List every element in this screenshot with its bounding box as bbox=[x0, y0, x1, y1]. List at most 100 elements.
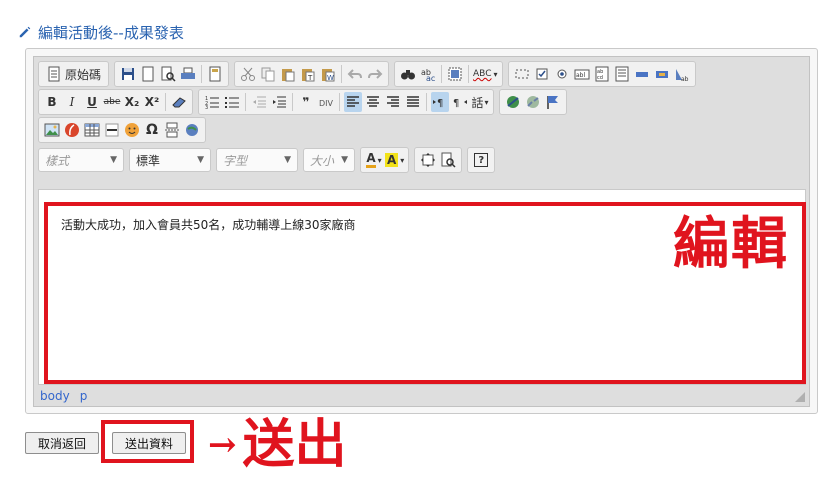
undo-button[interactable] bbox=[346, 64, 364, 84]
numbered-list-button[interactable]: 123 bbox=[203, 92, 221, 112]
form-icon bbox=[515, 69, 528, 79]
underline-label: U bbox=[87, 95, 97, 109]
align-left-button[interactable] bbox=[344, 92, 362, 112]
preview-button[interactable] bbox=[159, 64, 177, 84]
strike-button[interactable]: abe bbox=[103, 92, 121, 112]
editor-text[interactable]: 活動大成功，加入會員共50名，成功輔導上線30家廠商 bbox=[61, 216, 356, 233]
bold-button[interactable]: B bbox=[43, 92, 61, 112]
iframe-globe-icon bbox=[186, 124, 198, 136]
paste-button[interactable] bbox=[279, 64, 297, 84]
language-button[interactable]: 話 ▾ bbox=[471, 92, 489, 112]
link-button[interactable] bbox=[504, 92, 522, 112]
replace-button[interactable]: ab ac bbox=[419, 64, 437, 84]
horizontal-rule-button[interactable] bbox=[103, 120, 121, 140]
color-group: A ▾ A ▾ bbox=[360, 147, 410, 173]
image-button-button[interactable] bbox=[653, 64, 671, 84]
checkbox-button[interactable] bbox=[533, 64, 551, 84]
blockquote-button[interactable]: ❞ bbox=[297, 92, 315, 112]
button-field-icon bbox=[635, 72, 648, 77]
image-button[interactable] bbox=[43, 120, 61, 140]
create-div-button[interactable]: DIV bbox=[317, 92, 335, 112]
hidden-field-button[interactable]: ab bbox=[673, 64, 691, 84]
ltr-button[interactable]: ¶ bbox=[431, 92, 449, 112]
select-field-button[interactable] bbox=[613, 64, 631, 84]
new-page-icon bbox=[142, 66, 154, 82]
styles-dropdown[interactable]: 樣式 ▼ bbox=[38, 148, 124, 172]
align-left-icon bbox=[347, 96, 359, 107]
flag-icon bbox=[547, 96, 558, 109]
editor-content-area[interactable]: 活動大成功，加入會員共50名，成功輔導上線30家廠商 編輯 bbox=[38, 189, 806, 385]
resize-handle-icon[interactable] bbox=[795, 392, 805, 402]
source-button[interactable]: 原始碼 bbox=[43, 64, 104, 84]
subscript-button[interactable]: X₂ bbox=[123, 92, 141, 112]
underline-button[interactable]: U bbox=[83, 92, 101, 112]
maximize-button[interactable] bbox=[419, 150, 437, 170]
rtl-button[interactable]: ¶ bbox=[451, 92, 469, 112]
outdent-button[interactable] bbox=[250, 92, 268, 112]
font-dropdown[interactable]: 字型 ▼ bbox=[216, 148, 298, 172]
find-button[interactable] bbox=[399, 64, 417, 84]
bg-color-button[interactable]: A ▾ bbox=[385, 150, 404, 170]
redo-button[interactable] bbox=[366, 64, 384, 84]
bulleted-list-button[interactable] bbox=[223, 92, 241, 112]
size-placeholder: 大小 bbox=[310, 153, 335, 168]
anchor-button[interactable] bbox=[544, 92, 562, 112]
align-center-button[interactable] bbox=[364, 92, 382, 112]
superscript-button[interactable]: X² bbox=[143, 92, 161, 112]
form-button[interactable] bbox=[513, 64, 531, 84]
page-break-button[interactable] bbox=[163, 120, 181, 140]
new-page-button[interactable] bbox=[139, 64, 157, 84]
toolbar-divider bbox=[341, 65, 343, 83]
format-dropdown[interactable]: 標準 ▼ bbox=[129, 148, 211, 172]
align-justify-icon bbox=[407, 96, 419, 107]
textarea-button[interactable]: ab cd bbox=[593, 64, 611, 84]
section-title-text: 編輯活動後--成果發表 bbox=[38, 23, 184, 42]
align-right-button[interactable] bbox=[384, 92, 402, 112]
help-button[interactable]: ? bbox=[472, 150, 490, 170]
copy-button[interactable] bbox=[259, 64, 277, 84]
size-dropdown[interactable]: 大小 ▼ bbox=[303, 148, 355, 172]
indent-button[interactable] bbox=[270, 92, 288, 112]
submit-annotation: → 送出 bbox=[208, 417, 347, 473]
horizontal-rule-icon bbox=[105, 123, 119, 137]
iframe-button[interactable] bbox=[183, 120, 201, 140]
path-p[interactable]: p bbox=[80, 389, 88, 403]
textfield-button[interactable]: abl bbox=[573, 64, 591, 84]
help-icon: ? bbox=[474, 153, 489, 167]
radio-button[interactable] bbox=[553, 64, 571, 84]
document-group bbox=[114, 61, 230, 87]
cancel-button[interactable]: 取消返回 bbox=[25, 432, 99, 454]
pencil-icon bbox=[19, 26, 31, 38]
print-button[interactable] bbox=[179, 64, 197, 84]
remove-format-button[interactable] bbox=[170, 92, 188, 112]
save-button[interactable] bbox=[119, 64, 137, 84]
print-icon bbox=[181, 67, 196, 79]
italic-label: I bbox=[69, 95, 75, 109]
paste-word-button[interactable]: W bbox=[319, 64, 337, 84]
button-field-button[interactable] bbox=[633, 64, 651, 84]
paste-text-button[interactable]: T bbox=[299, 64, 317, 84]
select-all-button[interactable] bbox=[446, 64, 464, 84]
italic-button[interactable]: I bbox=[63, 92, 81, 112]
templates-icon bbox=[209, 66, 221, 82]
hidden-field-icon: ab bbox=[675, 69, 688, 82]
path-body[interactable]: body bbox=[40, 389, 70, 403]
font-placeholder: 字型 bbox=[223, 153, 248, 168]
special-char-button[interactable]: Ω bbox=[143, 120, 161, 140]
smiley-button[interactable] bbox=[123, 120, 141, 140]
table-button[interactable] bbox=[83, 120, 101, 140]
submit-button[interactable]: 送出資料 bbox=[112, 432, 186, 454]
templates-button[interactable] bbox=[206, 64, 224, 84]
spellcheck-label: ABC bbox=[473, 69, 492, 79]
align-justify-button[interactable] bbox=[404, 92, 422, 112]
flash-button[interactable] bbox=[63, 120, 81, 140]
toolbar-divider bbox=[468, 65, 470, 83]
cut-button[interactable] bbox=[239, 64, 257, 84]
text-color-button[interactable]: A ▾ bbox=[365, 150, 383, 170]
spellcheck-button[interactable]: ABC ▾ bbox=[473, 64, 497, 84]
svg-text:DIV: DIV bbox=[319, 99, 334, 108]
textarea-icon: abcd bbox=[595, 66, 608, 82]
unlink-globe-icon bbox=[527, 96, 539, 108]
unlink-button[interactable] bbox=[524, 92, 542, 112]
show-blocks-button[interactable] bbox=[439, 150, 457, 170]
